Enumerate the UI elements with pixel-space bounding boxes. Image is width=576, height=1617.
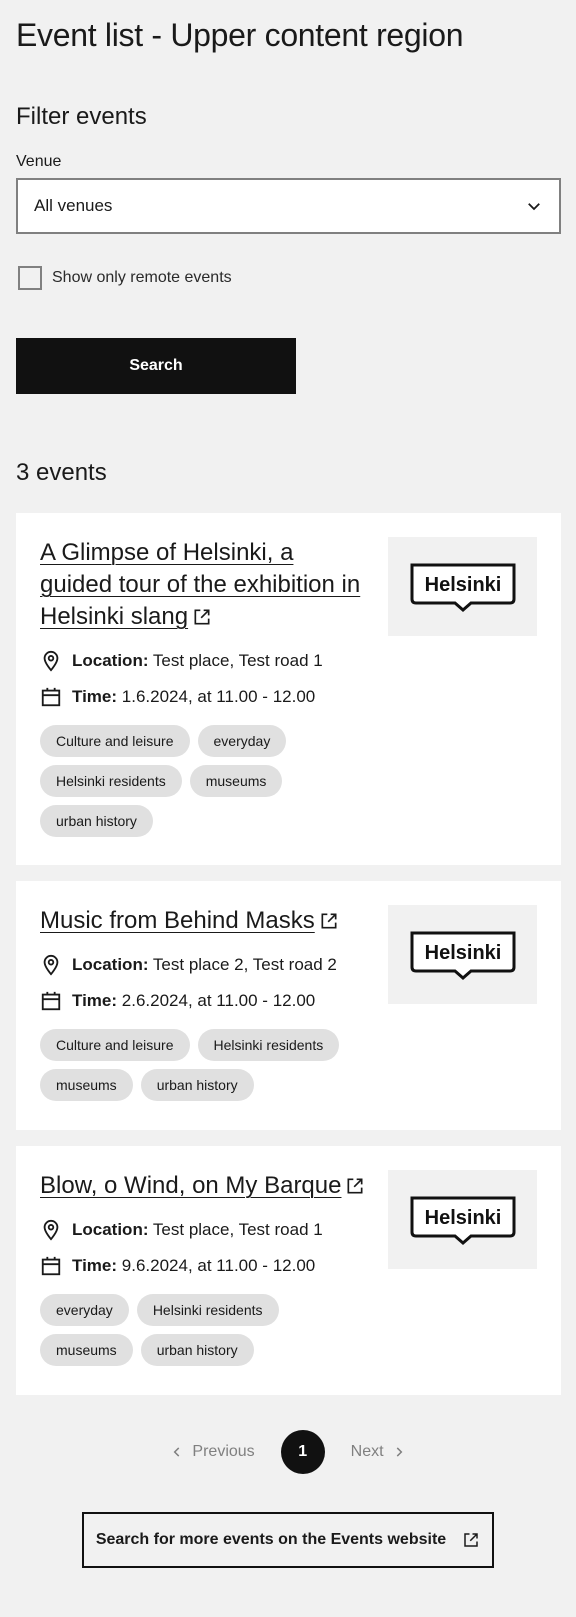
calendar-icon [41, 687, 61, 707]
tag[interactable]: Helsinki residents [136, 1294, 279, 1326]
tag[interactable]: museums [189, 765, 283, 797]
time-value: 9.6.2024, at 11.00 - 12.00 [121, 1256, 316, 1275]
venue-select[interactable]: All venues [16, 178, 561, 234]
helsinki-logo: Helsinki [410, 931, 515, 980]
tag[interactable]: urban history [140, 1069, 254, 1101]
time-label: Time: [72, 1256, 118, 1275]
event-title-link[interactable]: Music from Behind Masks [40, 905, 370, 937]
external-link-icon [464, 1533, 478, 1547]
event-title: Blow, o Wind, on My Barque [40, 1172, 342, 1199]
remote-events-checkbox[interactable] [18, 266, 42, 290]
time-value: 1.6.2024, at 11.00 - 12.00 [121, 687, 316, 706]
event-location: Location: Test place, Test road 1 [40, 649, 537, 673]
tag[interactable]: everyday [197, 725, 287, 757]
more-events-button[interactable]: Search for more events on the Events web… [82, 1512, 494, 1568]
tag[interactable]: urban history [140, 1334, 254, 1366]
external-link-icon [321, 913, 337, 929]
event-card: Blow, o Wind, on My Barque Helsinki Loca… [16, 1146, 561, 1395]
tag[interactable]: Culture and leisure [40, 1029, 190, 1061]
pagination: Previous 1 Next [0, 1430, 576, 1474]
venue-select-value: All venues [34, 196, 113, 215]
event-title: Music from Behind Masks [40, 907, 315, 934]
next-page-button[interactable]: Next [351, 1443, 406, 1461]
previous-page-button[interactable]: Previous [170, 1443, 255, 1461]
more-events-label: Search for more events on the Events web… [95, 1531, 447, 1548]
event-title-link[interactable]: A Glimpse of Helsinki, a guided tour of … [40, 537, 370, 633]
calendar-icon [41, 1256, 61, 1276]
location-pin-icon [43, 1219, 59, 1241]
tag[interactable]: Helsinki residents [197, 1029, 340, 1061]
chevron-down-icon [528, 203, 540, 211]
filter-title: Filter events [16, 103, 147, 130]
current-page-button[interactable]: 1 [280, 1430, 325, 1474]
chevron-left-icon [174, 1447, 180, 1457]
event-tags: everyday Helsinki residents museums urba… [40, 1294, 340, 1366]
tag[interactable]: Culture and leisure [40, 725, 190, 757]
event-card: Music from Behind Masks Helsinki Locatio… [16, 881, 561, 1130]
tag[interactable]: Helsinki residents [40, 765, 182, 797]
event-title-link[interactable]: Blow, o Wind, on My Barque [40, 1170, 370, 1202]
event-image: Helsinki [388, 537, 537, 636]
location-label: Location: [72, 955, 149, 974]
chevron-right-icon [396, 1447, 402, 1457]
events-count: 3 events [16, 459, 107, 486]
location-value: Test place, Test road 1 [152, 651, 323, 670]
event-image: Helsinki [388, 1170, 537, 1269]
calendar-icon [41, 991, 61, 1011]
time-label: Time: [72, 991, 118, 1010]
remote-events-option[interactable]: Show only remote events [18, 266, 232, 290]
time-label: Time: [72, 687, 118, 706]
location-pin-icon [43, 650, 59, 672]
svg-text:Helsinki: Helsinki [424, 574, 501, 596]
helsinki-logo: Helsinki [410, 563, 515, 612]
external-link-icon [194, 609, 210, 625]
remote-events-label: Show only remote events [52, 269, 232, 286]
event-time: Time: 1.6.2024, at 11.00 - 12.00 [40, 685, 537, 709]
location-label: Location: [72, 1220, 149, 1239]
location-pin-icon [43, 954, 59, 976]
location-value: Test place 2, Test road 2 [152, 955, 337, 974]
svg-text:Helsinki: Helsinki [424, 942, 501, 964]
tag[interactable]: urban history [40, 805, 153, 837]
external-link-icon [347, 1178, 363, 1194]
time-value: 2.6.2024, at 11.00 - 12.00 [121, 991, 316, 1010]
tag[interactable]: museums [40, 1334, 133, 1366]
search-button[interactable]: Search [16, 338, 296, 394]
location-value: Test place, Test road 1 [152, 1220, 323, 1239]
venue-label: Venue [16, 153, 62, 170]
tag[interactable]: museums [40, 1069, 133, 1101]
helsinki-logo: Helsinki [410, 1196, 515, 1245]
event-image: Helsinki [388, 905, 537, 1004]
event-tags: Culture and leisure everyday Helsinki re… [40, 725, 340, 837]
event-tags: Culture and leisure Helsinki residents m… [40, 1029, 340, 1101]
event-card: A Glimpse of Helsinki, a guided tour of … [16, 513, 561, 865]
page-title: Event list - Upper content region [16, 17, 464, 53]
tag[interactable]: everyday [40, 1294, 129, 1326]
svg-text:Helsinki: Helsinki [424, 1207, 501, 1229]
location-label: Location: [72, 651, 149, 670]
next-label: Next [350, 1443, 384, 1460]
previous-label: Previous [192, 1443, 255, 1460]
